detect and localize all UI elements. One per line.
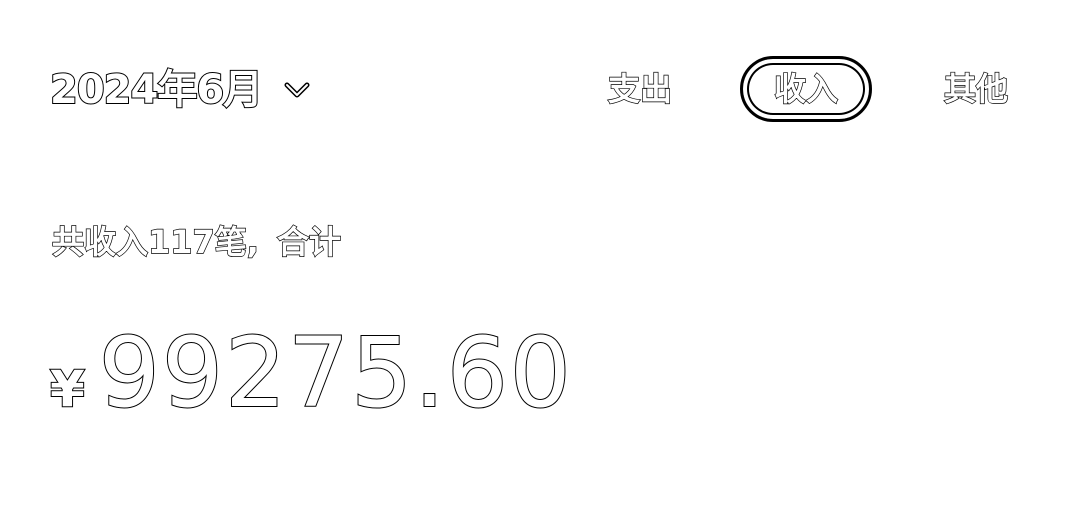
- total-amount: ¥ 99275.60: [49, 317, 573, 429]
- income-summary: 共收入117笔, 合计: [51, 218, 341, 266]
- month-selector[interactable]: 2024年6月: [49, 60, 310, 120]
- tab-other[interactable]: 其他: [936, 56, 1016, 122]
- tab-income[interactable]: 收入: [740, 56, 872, 122]
- total-label: 合计: [276, 222, 341, 261]
- amount-value: 99275.60: [98, 317, 573, 429]
- chevron-down-icon: [284, 82, 310, 98]
- month-label: 2024年6月: [49, 66, 264, 114]
- currency-symbol: ¥: [49, 359, 86, 419]
- tab-expense[interactable]: 支出: [600, 56, 680, 122]
- income-count-text: 共收入117笔,: [51, 222, 259, 261]
- category-tabs: 支出 收入 其他: [600, 56, 1020, 122]
